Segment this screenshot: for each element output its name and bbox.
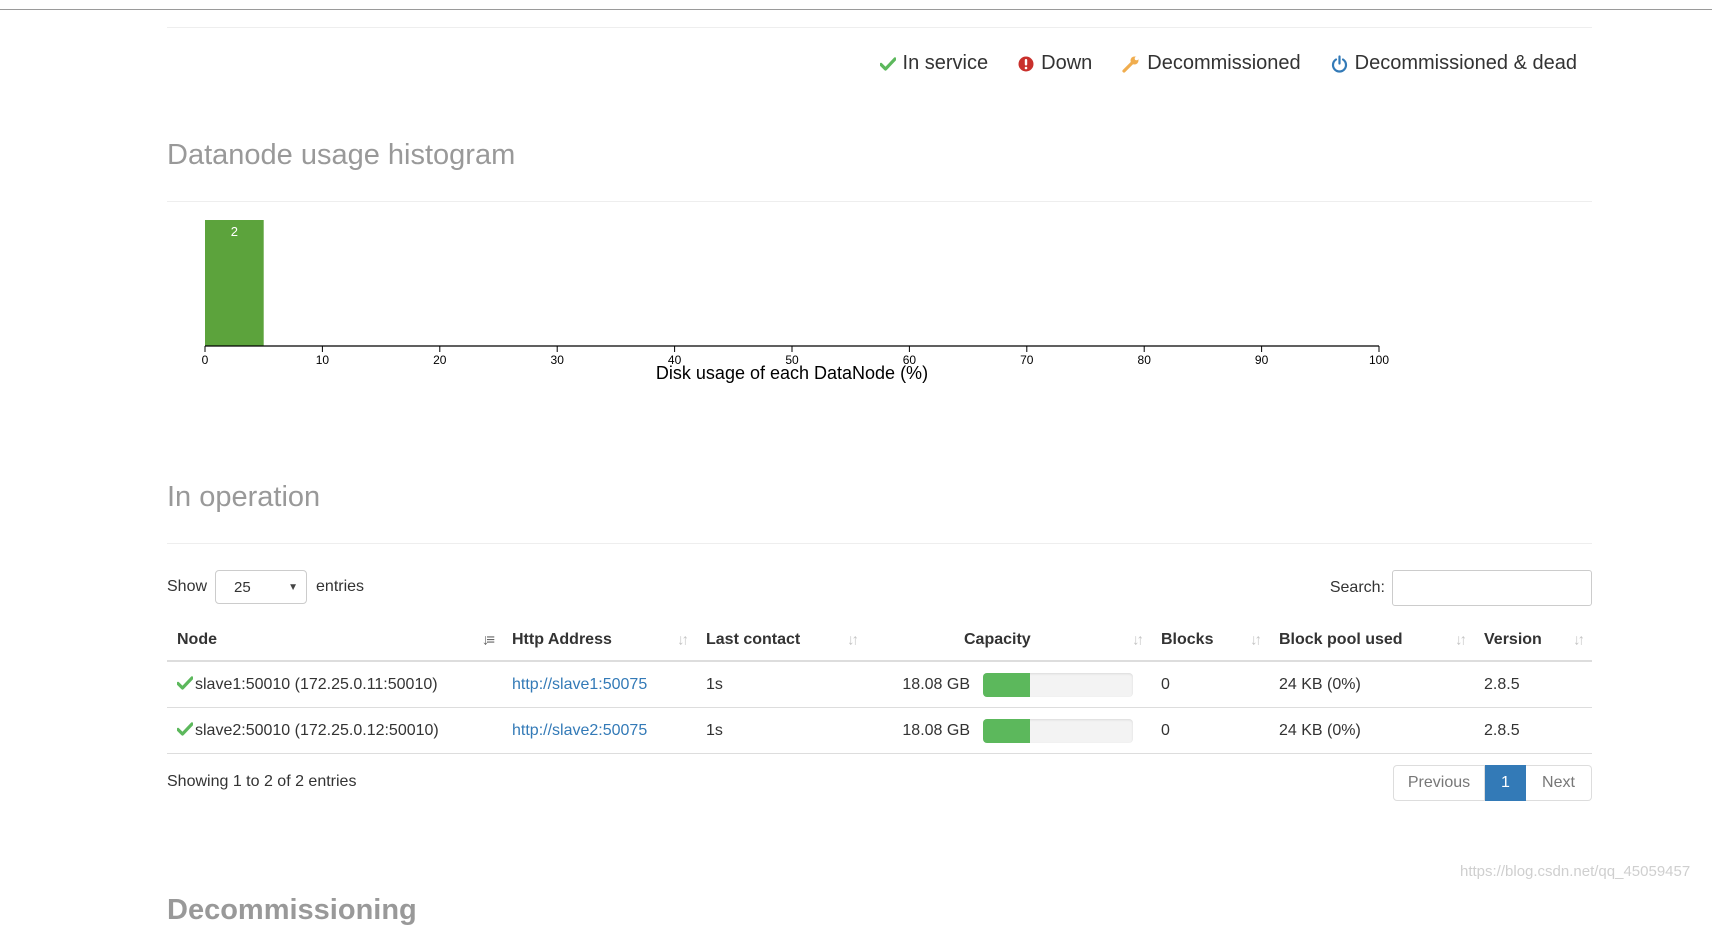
x-axis-tick-label: 30 [551,353,565,367]
exclamation-circle-icon [1018,56,1034,71]
legend-down: Down [1018,52,1092,75]
page-length-control: Show 25 ▼ entries [167,570,364,604]
version-cell: 2.8.5 [1474,661,1592,708]
search-control: Search: [1330,570,1592,606]
http-address-cell: http://slave2:50075 [502,707,696,754]
x-axis-tick-label: 20 [433,353,447,367]
block-pool-used-cell: 24 KB (0%) [1269,707,1474,754]
capacity-progress-bar [983,672,1030,697]
x-axis-tick-label: 70 [1020,353,1034,367]
watermark: https://blog.csdn.net/qq_45059457 [1460,863,1691,880]
entries-label: entries [316,578,365,595]
x-axis-title: Disk usage of each DataNode (%) [656,363,928,383]
legend-decommissioned-dead: Decommissioned & dead [1331,52,1577,75]
node-cell: slave1:50010 (172.25.0.11:50010) [167,661,502,708]
check-icon [177,721,193,736]
show-label: Show [167,578,208,595]
power-icon [1331,54,1347,73]
node-cell: slave2:50010 (172.25.0.12:50010) [167,707,502,754]
table-row: slave2:50010 (172.25.0.12:50010) http://… [167,707,1592,754]
version-cell: 2.8.5 [1474,707,1592,754]
table-header-row: Node ↓≡ Http Address ↓↑ Last contact ↓↑ Cap… [167,620,1592,662]
x-axis-tick-label: 0 [202,353,209,367]
x-axis-tick-label: 10 [316,353,330,367]
sort-icon: ↓↑ [1455,631,1467,649]
caret-down-icon: ▼ [288,581,299,593]
blocks-cell: 0 [1151,661,1269,708]
in-operation-title: In operation [167,481,321,513]
histogram-title: Datanode usage histogram [167,139,516,171]
divider [167,27,1592,28]
usage-histogram: 20 10 20 30 40 50 60 70 80 90 100Disk usage of eac… [202,220,1389,383]
page-length-value: 25 [234,578,251,596]
table-row: slave1:50010 (172.25.0.11:50010) http://… [167,661,1592,708]
pagination: Previous 1 Next [1393,765,1592,801]
capacity-cell: 18.08 GB [866,661,1151,708]
sort-icon: ↓↑ [847,631,859,649]
next-page-button[interactable]: Next [1526,765,1592,801]
sort-ascending-icon: ↓≡ [481,631,495,649]
status-legend: In service Down Decommissioned Decommiss… [879,52,1577,75]
sort-icon: ↓↑ [1132,631,1144,649]
check-icon [177,675,193,690]
last-contact-cell: 1s [696,707,866,754]
check-icon [879,56,896,71]
previous-page-button[interactable]: Previous [1393,765,1485,801]
capacity-progress-bar [983,718,1030,743]
capacity-progress [983,718,1133,743]
column-header-node[interactable]: Node ↓≡ [167,620,502,662]
last-contact-cell: 1s [696,661,866,708]
search-label: Search: [1329,579,1385,596]
legend-in-service: In service [879,52,989,75]
legend-decommissioned: Decommissioned [1122,52,1301,75]
top-border [0,9,1712,10]
search-input[interactable] [1392,570,1592,606]
column-header-block-pool-used[interactable]: Block pool used ↓↑ [1269,620,1474,662]
capacity-cell: 18.08 GB [866,707,1151,754]
datanode-table: Node ↓≡ Http Address ↓↑ Last contact ↓↑ Cap… [167,620,1592,754]
http-address-link[interactable]: http://slave1:50075 [512,676,647,693]
blocks-cell: 0 [1151,707,1269,754]
divider [167,543,1592,544]
x-axis-tick-label: 100 [1369,353,1389,367]
histogram-bar-label: 2 [231,224,238,239]
wrench-icon [1122,56,1139,73]
column-header-http-address[interactable]: Http Address ↓↑ [502,620,696,662]
http-address-link[interactable]: http://slave2:50075 [512,722,647,739]
decommissioning-title: Decommissioning [167,894,417,927]
block-pool-used-cell: 24 KB (0%) [1269,661,1474,708]
page-1-button[interactable]: 1 [1485,765,1526,801]
sort-icon: ↓↑ [677,631,689,649]
capacity-progress [983,672,1133,697]
legend-down-label: Down [1041,52,1093,74]
sort-icon: ↓↑ [1250,631,1262,649]
column-header-capacity[interactable]: Capacity ↓↑ [866,620,1151,662]
column-header-blocks[interactable]: Blocks ↓↑ [1151,620,1269,662]
legend-in-service-label: In service [902,52,989,74]
divider [167,201,1592,202]
x-axis-tick-label: 90 [1255,353,1269,367]
table-info: Showing 1 to 2 of 2 entries [167,773,357,790]
legend-decommissioned-dead-label: Decommissioned & dead [1354,52,1577,74]
sort-icon: ↓↑ [1573,631,1585,649]
capacity-value: 18.08 GB [902,675,970,693]
legend-decommissioned-label: Decommissioned [1147,52,1301,74]
column-header-last-contact[interactable]: Last contact ↓↑ [696,620,866,662]
column-header-version[interactable]: Version ↓↑ [1474,620,1592,662]
capacity-value: 18.08 GB [902,721,970,739]
x-axis-tick-label: 80 [1138,353,1152,367]
page-length-select[interactable]: 25 ▼ [215,570,308,604]
http-address-cell: http://slave1:50075 [502,661,696,708]
